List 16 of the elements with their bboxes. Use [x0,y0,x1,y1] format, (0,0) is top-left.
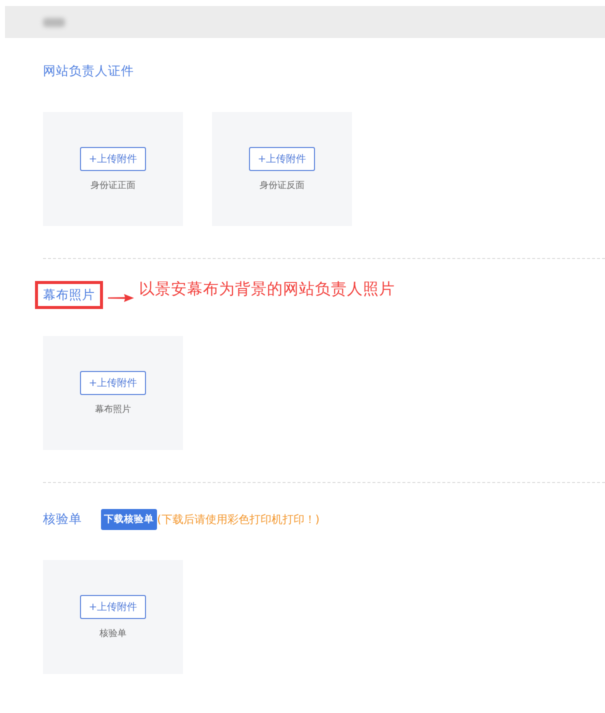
section-title: 网站负责人证件 [43,62,134,80]
blurred-label [43,18,65,26]
annotation-text: 以景安幕布为背景的网站负责人照片 [139,278,395,300]
section-title: 核验单 [43,510,82,528]
upload-caption: 幕布照片 [95,404,131,416]
upload-caption: 身份证正面 [90,180,136,192]
upload-button[interactable]: +上传附件 [80,371,146,395]
print-note: (下载后请使用彩色打印机打印！) [157,512,320,526]
upload-caption: 身份证反面 [260,180,304,192]
upload-button[interactable]: +上传附件 [80,147,146,171]
arrow-icon [108,294,134,302]
section-title: 幕布照片 [43,286,95,304]
upload-button[interactable]: +上传附件 [249,147,315,171]
download-button[interactable]: 下载核验单 [101,508,157,530]
upload-caption: 核验单 [100,628,126,640]
upload-button[interactable]: +上传附件 [80,595,146,619]
